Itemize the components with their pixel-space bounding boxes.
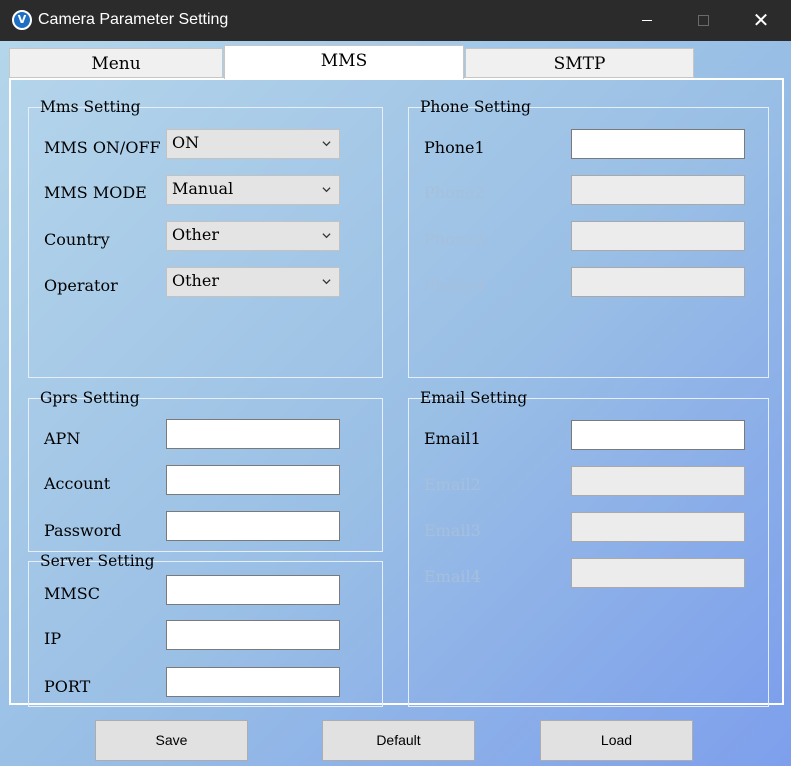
email4-field[interactable] <box>571 558 745 588</box>
chevron-down-icon <box>322 279 331 285</box>
email2-field[interactable] <box>571 466 745 496</box>
mmsc-field[interactable] <box>166 575 340 605</box>
apn-label: APN <box>44 429 81 448</box>
operator-select[interactable]: Other <box>166 267 340 297</box>
country-value: Other <box>172 225 219 244</box>
apn-field[interactable] <box>166 419 340 449</box>
email2-label: Email2 <box>424 475 481 494</box>
email1-field[interactable] <box>571 420 745 450</box>
tab-smtp[interactable]: SMTP <box>465 48 694 78</box>
camera-app-icon: V <box>12 10 32 30</box>
mms-mode-select[interactable]: Manual <box>166 175 340 205</box>
port-label: PORT <box>44 677 91 696</box>
email3-label: Email3 <box>424 521 481 540</box>
password-field[interactable] <box>166 511 340 541</box>
mmsc-label: MMSC <box>44 584 100 603</box>
phone4-label: Phone4 <box>424 276 485 295</box>
tab-mms[interactable]: MMS <box>224 45 464 79</box>
operator-value: Other <box>172 271 219 290</box>
ip-field[interactable] <box>166 620 340 650</box>
account-field[interactable] <box>166 465 340 495</box>
phone4-field[interactable] <box>571 267 745 297</box>
maximize-icon <box>697 15 709 26</box>
title-bar: V Camera Parameter Setting ✕ <box>0 0 791 41</box>
country-select[interactable]: Other <box>166 221 340 251</box>
email4-label: Email4 <box>424 567 481 586</box>
port-field[interactable] <box>166 667 340 697</box>
chevron-down-icon <box>322 141 331 147</box>
phone2-label: Phone2 <box>424 183 485 202</box>
tab-menu[interactable]: Menu <box>9 48 223 78</box>
ip-label: IP <box>44 629 62 648</box>
mms-onoff-label: MMS ON/OFF <box>44 138 161 157</box>
operator-label: Operator <box>44 276 118 295</box>
minimize-icon <box>642 20 652 21</box>
phone3-label: Phone3 <box>424 230 485 249</box>
window-title: Camera Parameter Setting <box>38 11 229 28</box>
save-button[interactable]: Save <box>95 720 248 761</box>
phone-setting-title: Phone Setting <box>420 98 531 116</box>
default-button[interactable]: Default <box>322 720 475 761</box>
email1-label: Email1 <box>424 429 481 448</box>
mms-onoff-value: ON <box>172 133 200 152</box>
email3-field[interactable] <box>571 512 745 542</box>
account-label: Account <box>44 474 111 493</box>
close-button[interactable]: ✕ <box>738 0 784 41</box>
phone3-field[interactable] <box>571 221 745 251</box>
chevron-down-icon <box>322 233 331 239</box>
mms-mode-label: MMS MODE <box>44 183 147 202</box>
mms-onoff-select[interactable]: ON <box>166 129 340 159</box>
load-button[interactable]: Load <box>540 720 693 761</box>
gprs-setting-title: Gprs Setting <box>40 389 140 407</box>
country-label: Country <box>44 230 110 249</box>
chevron-down-icon <box>322 187 331 193</box>
minimize-button[interactable] <box>624 0 670 41</box>
phone1-label: Phone1 <box>424 138 485 157</box>
close-icon: ✕ <box>752 8 770 32</box>
password-label: Password <box>44 521 122 540</box>
phone2-field[interactable] <box>571 175 745 205</box>
maximize-button[interactable] <box>680 0 726 41</box>
mms-setting-title: Mms Setting <box>40 98 141 116</box>
email-setting-title: Email Setting <box>420 389 528 407</box>
mms-tab-panel: Mms Setting MMS ON/OFF ON MMS MODE Manua… <box>9 78 784 707</box>
phone1-field[interactable] <box>571 129 745 159</box>
server-setting-title: Server Setting <box>40 552 155 570</box>
mms-mode-value: Manual <box>172 179 234 198</box>
